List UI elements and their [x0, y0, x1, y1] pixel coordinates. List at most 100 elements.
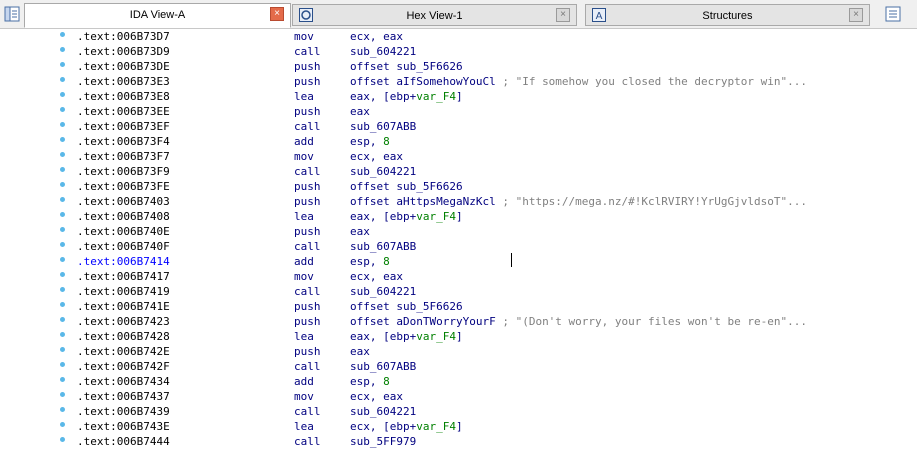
line-address[interactable]: .text:006B7408: [77, 209, 170, 224]
instruction-operands[interactable]: eax: [350, 344, 370, 359]
instruction-operands[interactable]: sub_604221: [350, 44, 416, 59]
instruction-operands[interactable]: sub_607ABB: [350, 119, 416, 134]
instruction-mnemonic[interactable]: add: [294, 374, 314, 389]
breakpoint-dot-icon[interactable]: [60, 212, 65, 217]
instruction-mnemonic[interactable]: call: [294, 404, 321, 419]
instruction-operands[interactable]: offset sub_5F6626: [350, 59, 463, 74]
line-address[interactable]: .text:006B740E: [77, 224, 170, 239]
breakpoint-dot-icon[interactable]: [60, 422, 65, 427]
instruction-operands[interactable]: offset aIfSomehowYouCl ; "If somehow you…: [350, 74, 807, 89]
breakpoint-dot-icon[interactable]: [60, 347, 65, 352]
instruction-operands[interactable]: sub_607ABB: [350, 359, 416, 374]
listing-line[interactable]: .text:006B73E3 push offset aIfSomehowYouCl…: [0, 74, 917, 89]
breakpoint-dot-icon[interactable]: [60, 62, 65, 67]
instruction-mnemonic[interactable]: push: [294, 344, 321, 359]
line-address[interactable]: .text:006B73E3: [77, 74, 170, 89]
line-address[interactable]: .text:006B741E: [77, 299, 170, 314]
close-icon[interactable]: ×: [270, 7, 284, 21]
breakpoint-dot-icon[interactable]: [60, 107, 65, 112]
listing-line[interactable]: .text:006B73FE push offset sub_5F6626: [0, 179, 917, 194]
instruction-operands[interactable]: offset sub_5F6626: [350, 179, 463, 194]
instruction-mnemonic[interactable]: add: [294, 254, 314, 269]
instruction-operands[interactable]: ecx, eax: [350, 29, 403, 44]
listing-line[interactable]: .text:006B7414 add esp, 8: [0, 254, 917, 269]
breakpoint-dot-icon[interactable]: [60, 122, 65, 127]
operand-variable[interactable]: var_F4: [416, 330, 456, 343]
instruction-mnemonic[interactable]: call: [294, 239, 321, 254]
breakpoint-dot-icon[interactable]: [60, 92, 65, 97]
breakpoint-dot-icon[interactable]: [60, 47, 65, 52]
instruction-operands[interactable]: esp, 8: [350, 134, 390, 149]
instruction-mnemonic[interactable]: lea: [294, 209, 314, 224]
breakpoint-dot-icon[interactable]: [60, 257, 65, 262]
breakpoint-dot-icon[interactable]: [60, 302, 65, 307]
instruction-operands[interactable]: sub_5FF979: [350, 434, 416, 449]
instruction-mnemonic[interactable]: call: [294, 164, 321, 179]
line-address[interactable]: .text:006B73F9: [77, 164, 170, 179]
instruction-mnemonic[interactable]: call: [294, 434, 321, 449]
instruction-operands[interactable]: offset aDonTWorryYourF ; "(Don't worry, …: [350, 314, 807, 329]
instruction-mnemonic[interactable]: push: [294, 224, 321, 239]
instruction-mnemonic[interactable]: add: [294, 134, 314, 149]
instruction-operands[interactable]: eax, [ebp+var_F4]: [350, 89, 463, 104]
breakpoint-dot-icon[interactable]: [60, 152, 65, 157]
instruction-operands[interactable]: offset aHttpsMegaNzKcl ; "https://mega.n…: [350, 194, 807, 209]
instruction-mnemonic[interactable]: call: [294, 359, 321, 374]
listing-line[interactable]: .text:006B73F9 call sub_604221: [0, 164, 917, 179]
instruction-mnemonic[interactable]: push: [294, 59, 321, 74]
instruction-operands[interactable]: offset sub_5F6626: [350, 299, 463, 314]
breakpoint-dot-icon[interactable]: [60, 272, 65, 277]
operand-variable[interactable]: var_F4: [416, 90, 456, 103]
line-address[interactable]: .text:006B73EE: [77, 104, 170, 119]
breakpoint-dot-icon[interactable]: [60, 77, 65, 82]
listing-line[interactable]: .text:006B73DE push offset sub_5F6626: [0, 59, 917, 74]
listing-line[interactable]: .text:006B7439 call sub_604221: [0, 404, 917, 419]
instruction-operands[interactable]: esp, 8: [350, 254, 390, 269]
instruction-mnemonic[interactable]: lea: [294, 419, 314, 434]
listing-line[interactable]: .text:006B7408 lea eax, [ebp+var_F4]: [0, 209, 917, 224]
tab-ida-view-a[interactable]: IDA View-A ×: [24, 3, 291, 28]
instruction-operands[interactable]: eax: [350, 224, 370, 239]
line-address[interactable]: .text:006B73D9: [77, 44, 170, 59]
instruction-operands[interactable]: ecx, eax: [350, 149, 403, 164]
line-address[interactable]: .text:006B7439: [77, 404, 170, 419]
line-address[interactable]: .text:006B73D7: [77, 29, 170, 44]
breakpoint-dot-icon[interactable]: [60, 407, 65, 412]
instruction-operands[interactable]: sub_604221: [350, 164, 416, 179]
instruction-mnemonic[interactable]: push: [294, 104, 321, 119]
instruction-mnemonic[interactable]: mov: [294, 269, 314, 284]
listing-line[interactable]: .text:006B7444 call sub_5FF979: [0, 434, 917, 449]
listing-line[interactable]: .text:006B7419 call sub_604221: [0, 284, 917, 299]
breakpoint-dot-icon[interactable]: [60, 392, 65, 397]
line-address[interactable]: .text:006B7414: [77, 254, 170, 269]
instruction-mnemonic[interactable]: call: [294, 284, 321, 299]
instruction-operands[interactable]: sub_607ABB: [350, 239, 416, 254]
breakpoint-dot-icon[interactable]: [60, 377, 65, 382]
instruction-operands[interactable]: ecx, eax: [350, 269, 403, 284]
breakpoint-dot-icon[interactable]: [60, 137, 65, 142]
listing-line[interactable]: .text:006B73D9 call sub_604221: [0, 44, 917, 59]
instruction-operands[interactable]: ecx, eax: [350, 389, 403, 404]
disassembly-listing[interactable]: .text:006B73D7 mov ecx, eax .text:006B73D9 c…: [0, 29, 917, 451]
listing-line[interactable]: .text:006B73F7 mov ecx, eax: [0, 149, 917, 164]
line-address[interactable]: .text:006B740F: [77, 239, 170, 254]
line-address[interactable]: .text:006B73EF: [77, 119, 170, 134]
operand-variable[interactable]: var_F4: [416, 420, 456, 433]
instruction-mnemonic[interactable]: call: [294, 44, 321, 59]
line-address[interactable]: .text:006B73F4: [77, 134, 170, 149]
breakpoint-dot-icon[interactable]: [60, 317, 65, 322]
listing-line[interactable]: .text:006B7428 lea eax, [ebp+var_F4]: [0, 329, 917, 344]
line-address[interactable]: .text:006B73F7: [77, 149, 170, 164]
instruction-operands[interactable]: sub_604221: [350, 404, 416, 419]
breakpoint-dot-icon[interactable]: [60, 227, 65, 232]
listing-line[interactable]: .text:006B7437 mov ecx, eax: [0, 389, 917, 404]
line-address[interactable]: .text:006B7419: [77, 284, 170, 299]
close-icon[interactable]: ×: [556, 8, 570, 22]
line-address[interactable]: .text:006B73DE: [77, 59, 170, 74]
instruction-mnemonic[interactable]: mov: [294, 149, 314, 164]
close-icon[interactable]: ×: [849, 8, 863, 22]
tab-structures[interactable]: A Structures ×: [585, 4, 870, 26]
instruction-operands[interactable]: esp, 8: [350, 374, 390, 389]
instruction-operands[interactable]: eax, [ebp+var_F4]: [350, 209, 463, 224]
listing-line[interactable]: .text:006B741E push offset sub_5F6626: [0, 299, 917, 314]
